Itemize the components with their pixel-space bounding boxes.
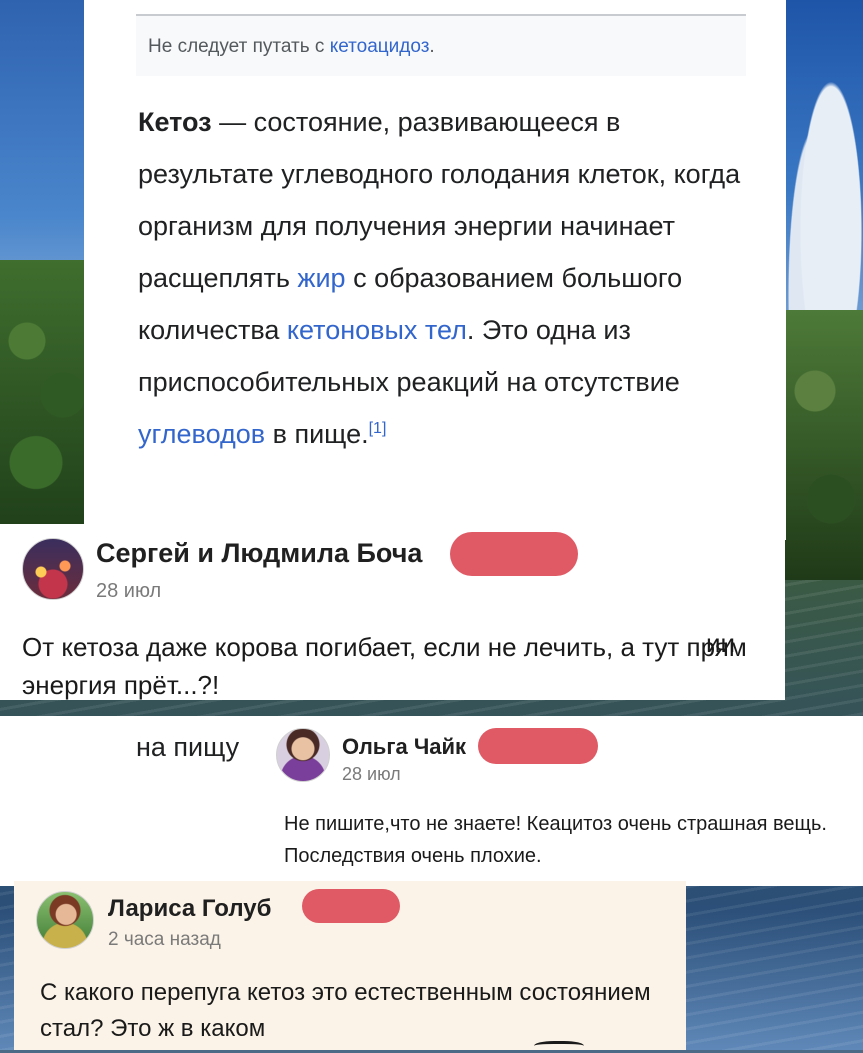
underlying-text-fragment: на пищу: [136, 732, 240, 762]
overlapping-text-fragment: ии: [706, 628, 736, 658]
avatar[interactable]: [36, 891, 94, 949]
comment-author[interactable]: Сергей и Людмила Боча: [96, 538, 422, 569]
wikipedia-excerpt: Не следует путать с кетоацидоз. Кетоз — …: [84, 0, 786, 540]
comment-body: От кетоза даже корова погибает, если не …: [22, 632, 747, 700]
comment-text: С какого перепуга кетоз это естественным…: [40, 979, 651, 1042]
comment-time: 28 июл: [96, 580, 162, 602]
hatnote-text: Не следует путать с: [148, 36, 330, 57]
redaction-mark: [302, 889, 400, 923]
article-term: Кетоз: [138, 107, 212, 137]
comment-card: Сергей и Людмила Боча 28 июл От кетоза д…: [0, 524, 785, 700]
comment-card: на пищу Ольга Чайк 28 июл Не пишите,что …: [0, 716, 863, 886]
comment-author[interactable]: Ольга Чайк: [342, 734, 466, 760]
trees-left: [0, 260, 90, 530]
avatar[interactable]: [276, 728, 330, 782]
comment-text: От кетоза даже корова погибает, если не …: [22, 628, 762, 704]
hatnote-link-ketoacidosis[interactable]: кетоацидоз: [330, 36, 430, 57]
article-text-4: в пище.: [265, 419, 369, 449]
redaction-mark: [450, 532, 578, 576]
article-paragraph: Кетоз — состояние, развивающееся в резул…: [138, 96, 748, 460]
reference-link[interactable]: [1]: [369, 420, 387, 437]
comment-card: Лариса Голуб 2 часа назад С какого переп…: [14, 881, 686, 1050]
comment-author[interactable]: Лариса Голуб: [108, 895, 271, 923]
redaction-mark: [478, 728, 598, 764]
trees-right: [783, 310, 863, 580]
link-ketone-bodies[interactable]: кетоновых тел: [287, 315, 467, 345]
link-carbohydrates[interactable]: углеводов: [138, 419, 265, 449]
link-fat[interactable]: жир: [297, 263, 345, 293]
hatnote: Не следует путать с кетоацидоз.: [136, 14, 746, 76]
cut-off-text-hint: [534, 1041, 584, 1053]
comment-text: Не пишите,что не знаете! Кеацитоз очень …: [284, 813, 827, 867]
comment-time: 2 часа назад: [108, 929, 221, 950]
avatar[interactable]: [22, 538, 84, 600]
hatnote-period: .: [429, 36, 435, 57]
comment-time: 28 июл: [342, 764, 401, 784]
